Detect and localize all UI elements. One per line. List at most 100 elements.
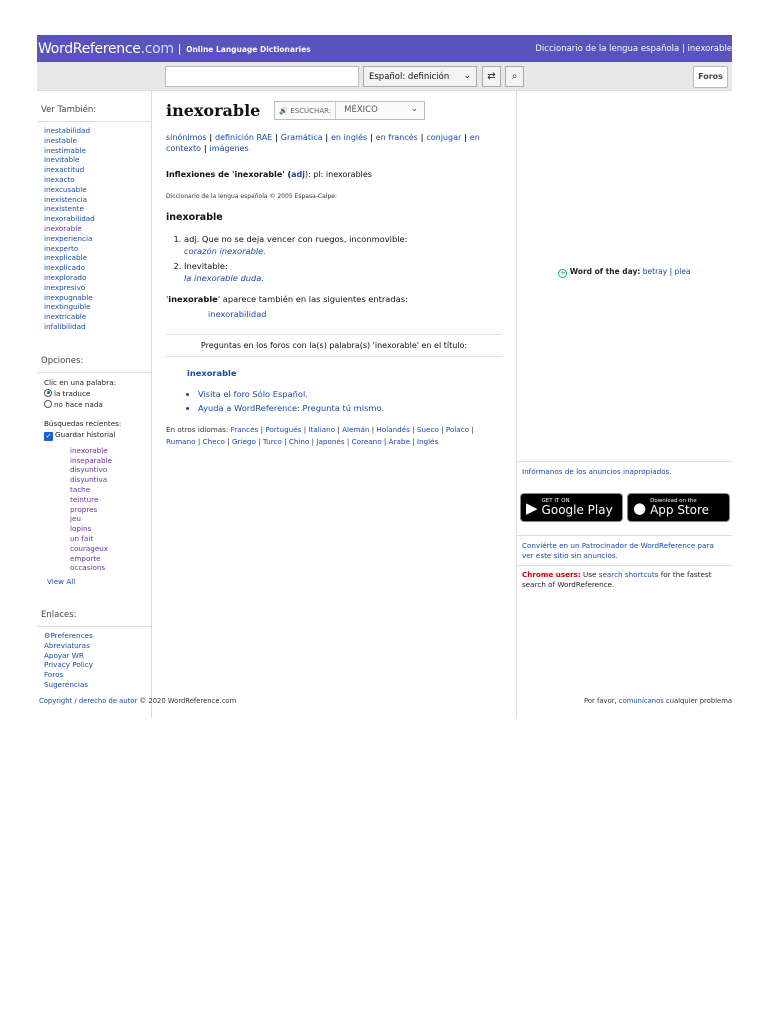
language-link[interactable]: Griego — [232, 437, 256, 446]
related-link[interactable]: en francés — [376, 133, 418, 142]
related-link[interactable]: imágenes — [210, 144, 249, 153]
visit-forum-link[interactable]: Visita el foro Sólo Español. — [198, 389, 308, 399]
radio-nothing[interactable] — [44, 399, 52, 408]
sense-1: adj. Que no se deja vencer con ruegos, i… — [184, 233, 502, 257]
recent-label: Búsquedas recientes: — [44, 418, 122, 428]
see-also-link[interactable]: inextricable — [44, 312, 151, 322]
see-also-link[interactable]: inexacto — [44, 175, 151, 185]
tagline: | Online Language Dictionaries — [177, 42, 311, 55]
ask-question-link[interactable]: Ayuda a WordReference: Pregunta tú mismo… — [198, 403, 384, 413]
related-link[interactable]: Gramática — [281, 133, 323, 142]
see-also-link[interactable]: inexplicado — [44, 263, 151, 273]
see-also-link[interactable]: inexactitud — [44, 165, 151, 175]
see-also-link[interactable]: inestable — [44, 136, 151, 146]
recent-search-link[interactable]: disyuntiva — [70, 475, 151, 485]
see-also-link[interactable]: inexpugnable — [44, 293, 151, 303]
see-also-link[interactable]: inestimable — [44, 146, 151, 156]
sidebar-link[interactable]: Sugerencias — [44, 680, 151, 690]
see-also-link[interactable]: inexperiencia — [44, 234, 151, 244]
search-icon[interactable]: ⌕ — [505, 66, 524, 87]
see-also-link[interactable]: inexorable — [44, 224, 151, 234]
recent-search-link[interactable]: inexorable — [70, 446, 151, 456]
sidebar-link[interactable]: Apoyar WR — [44, 651, 151, 661]
see-also-link[interactable]: inexcusable — [44, 185, 151, 195]
see-also-link[interactable]: inexistencia — [44, 195, 151, 205]
listen-label[interactable]: 🔊 ESCUCHAR: — [275, 102, 337, 119]
see-also-link[interactable]: inexperto — [44, 244, 151, 254]
language-link[interactable]: Polaco — [446, 425, 469, 434]
see-also-link[interactable]: inexorabilidad — [44, 214, 151, 224]
language-link[interactable]: Portugués — [265, 425, 301, 434]
opciones-heading: Opciones: — [37, 342, 151, 373]
google-play-badge[interactable]: ▶ GET IT ON Google Play — [520, 493, 623, 522]
foros-button[interactable]: Foros — [693, 66, 728, 88]
see-also-link[interactable]: inexistente — [44, 204, 151, 214]
see-also-link[interactable]: infalibilidad — [44, 322, 151, 332]
sense-2: Inevitable:la inexorable duda. — [184, 260, 502, 284]
language-link[interactable]: Japonés — [316, 437, 344, 446]
wotd-link-2[interactable]: plea — [675, 267, 691, 276]
language-link[interactable]: Italiano — [308, 425, 335, 434]
sponsor-link[interactable]: Conviérte en un Patrocinador de WordRefe… — [522, 541, 714, 560]
sidebar-link[interactable]: Foros — [44, 670, 151, 680]
report-ads-link[interactable]: Infórmanos de los anuncios inapropiados. — [522, 467, 672, 476]
copyright-link[interactable]: Copyright / derecho de autor — [39, 697, 137, 705]
save-history-checkbox[interactable]: ✓ — [44, 431, 53, 441]
sidebar-link[interactable]: ⚙Preferences — [44, 631, 151, 641]
recent-search-link[interactable]: courageux — [70, 544, 151, 554]
search-shortcuts-link[interactable]: search shortcuts — [599, 570, 659, 579]
adj-link[interactable]: adj — [291, 170, 305, 179]
see-also-link[interactable]: inexpresivo — [44, 283, 151, 293]
contact-link[interactable]: comunícanos — [619, 697, 664, 705]
sidebar-link[interactable]: Privacy Policy — [44, 660, 151, 670]
sidebar-link[interactable]: Abreviaturas — [44, 641, 151, 651]
plus-icon[interactable]: + — [558, 269, 568, 278]
recent-search-link[interactable]: occasions — [70, 563, 151, 573]
recent-search-link[interactable]: un fait — [70, 534, 151, 544]
related-link[interactable]: definición RAE — [215, 133, 272, 142]
related-link[interactable]: en — [470, 133, 480, 142]
related-link[interactable]: contexto — [166, 144, 201, 153]
language-link[interactable]: Alemán — [342, 425, 369, 434]
language-link[interactable]: Sueco — [417, 425, 439, 434]
see-also-link[interactable]: inextinguible — [44, 302, 151, 312]
recent-search-link[interactable]: tache — [70, 485, 151, 495]
language-link[interactable]: Coreano — [352, 437, 382, 446]
region-select[interactable]: MÉXICO ⌄ — [336, 102, 424, 119]
language-link[interactable]: Turco — [263, 437, 282, 446]
language-link[interactable]: Chino — [289, 437, 310, 446]
recent-search-link[interactable]: propres — [70, 505, 151, 515]
language-link[interactable]: Árabe — [389, 437, 410, 446]
see-also-link[interactable]: inestabilidad — [44, 126, 151, 136]
also-link[interactable]: inexorabilidad — [208, 309, 267, 319]
chevron-down-icon: ⌄ — [463, 71, 471, 81]
swap-icon[interactable]: ⇄ — [482, 66, 501, 87]
recent-search-link[interactable]: emporte — [70, 554, 151, 564]
site-logo[interactable]: WordReference.com — [38, 41, 174, 57]
related-link[interactable]: sinónimos — [166, 133, 207, 142]
forum-thread-link[interactable]: inexorable — [187, 368, 237, 378]
wotd-link-1[interactable]: betray — [643, 267, 667, 276]
recent-search-link[interactable]: lopins — [70, 524, 151, 534]
recent-search-link[interactable]: inseparable — [70, 456, 151, 466]
see-also-link[interactable]: inexplicable — [44, 253, 151, 263]
recent-search-link[interactable]: disyuntivo — [70, 465, 151, 475]
language-link[interactable]: Francés — [231, 425, 259, 434]
app-store-badge[interactable]: ● Download on the App Store — [627, 493, 730, 522]
ver-tambien-heading: Ver También: — [37, 91, 151, 122]
see-also-link[interactable]: inexplorado — [44, 273, 151, 283]
related-link[interactable]: en inglés — [331, 133, 367, 142]
language-link[interactable]: Rumano — [166, 437, 196, 446]
radio-translate[interactable] — [44, 388, 52, 397]
related-link[interactable]: conjugar — [426, 133, 461, 142]
dictionary-select[interactable]: Español: definición ⌄ — [363, 66, 477, 87]
recent-search-link[interactable]: jeu — [70, 514, 151, 524]
language-link[interactable]: Checo — [203, 437, 225, 446]
recent-search-link[interactable]: teinture — [70, 495, 151, 505]
see-also-link[interactable]: inevitable — [44, 155, 151, 165]
language-link[interactable]: Holandés — [376, 425, 410, 434]
listen-widget[interactable]: 🔊 ESCUCHAR: MÉXICO ⌄ — [274, 101, 426, 120]
search-input[interactable] — [165, 66, 359, 87]
view-all-link[interactable]: View All — [47, 577, 75, 586]
language-link[interactable]: Inglés — [417, 437, 438, 446]
